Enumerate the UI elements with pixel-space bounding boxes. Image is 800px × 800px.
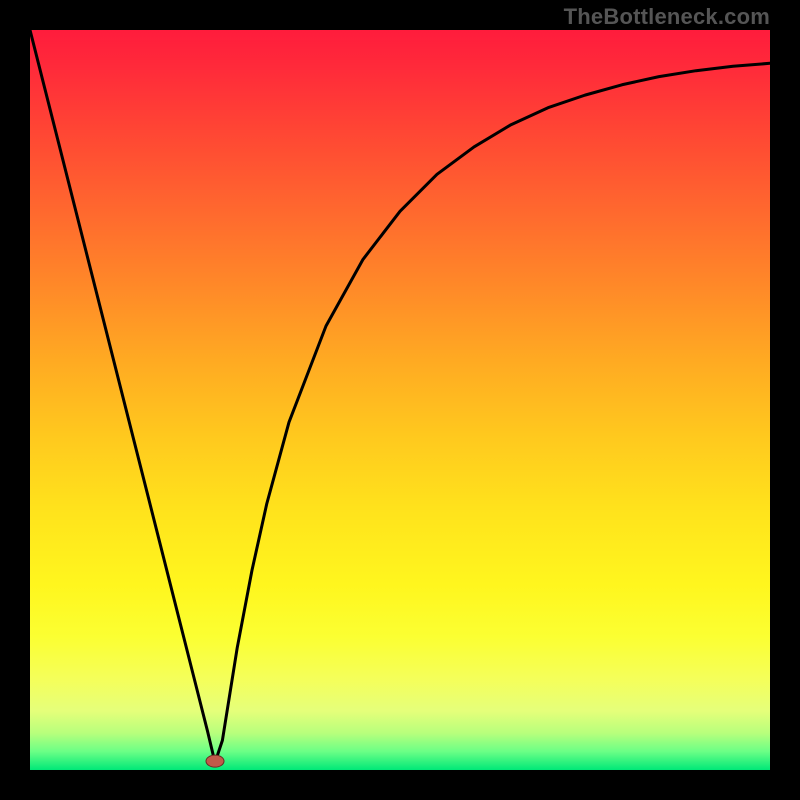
watermark-text: TheBottleneck.com [564, 4, 770, 30]
chart-frame [30, 30, 770, 770]
chart-marker [206, 755, 224, 767]
bottleneck-chart [30, 30, 770, 770]
chart-gradient-bg [30, 30, 770, 770]
